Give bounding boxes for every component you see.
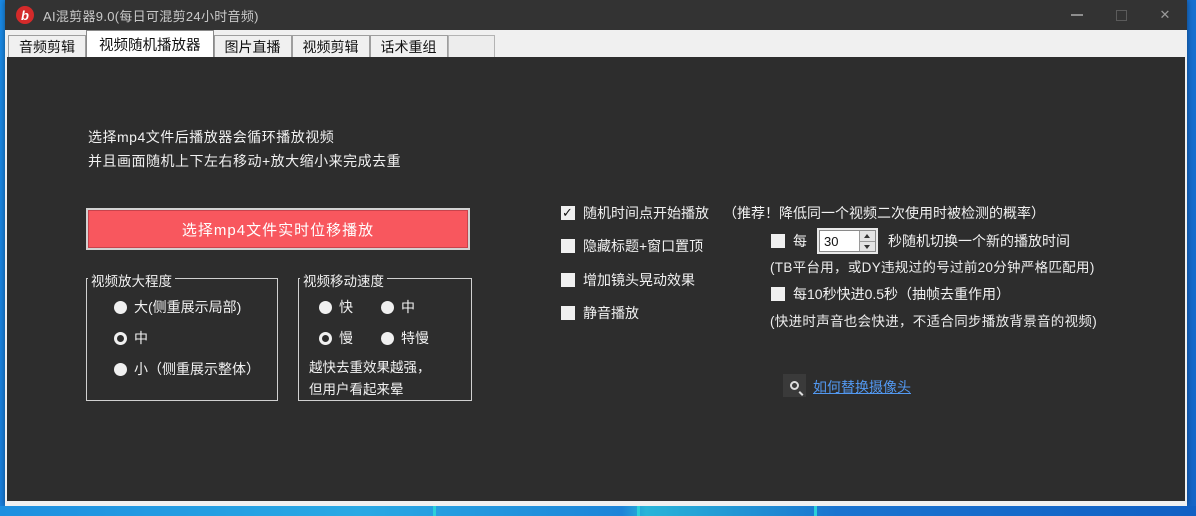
tab-image-live[interactable]: 图片直播 bbox=[214, 35, 292, 57]
radio-label: 特慢 bbox=[401, 328, 429, 348]
tab-page-video-random-player: 选择mp4文件后播放器会循环播放视频 并且画面随机上下左右移动+放大缩小来完成去… bbox=[7, 57, 1185, 501]
tab-bar: 音频剪辑 视频随机播放器 图片直播 视频剪辑 话术重组 bbox=[5, 30, 1187, 57]
video-zoom-group-title: 视频放大程度 bbox=[88, 270, 175, 290]
tab-audio-clip[interactable]: 音频剪辑 bbox=[8, 35, 86, 57]
video-speed-group-title: 视频移动速度 bbox=[300, 270, 387, 290]
checkbox-hide-title[interactable]: 隐藏标题+窗口置顶 bbox=[561, 238, 703, 254]
radio-icon bbox=[381, 301, 394, 314]
minimize-icon bbox=[1071, 14, 1083, 16]
interval-note: (TB平台用，或DY违规过的号过前20分钟严格匹配用) bbox=[770, 256, 1095, 276]
radio-icon bbox=[319, 332, 332, 345]
replace-camera-link[interactable]: 如何替换摄像头 bbox=[813, 377, 911, 397]
window-controls: ✕ bbox=[1055, 0, 1187, 30]
tab-video-random-player[interactable]: 视频随机播放器 bbox=[86, 30, 214, 57]
radio-label: 中 bbox=[401, 297, 415, 317]
tab-video-clip[interactable]: 视频剪辑 bbox=[292, 35, 370, 57]
video-zoom-group: 视频放大程度 大(侧重展示局部) 中 小（侧重展示整体） bbox=[86, 278, 278, 401]
speed-note-line-1: 越快去重效果越强， bbox=[309, 357, 431, 379]
radio-zoom-large[interactable]: 大(侧重展示局部) bbox=[114, 299, 241, 315]
radio-speed-slow[interactable]: 慢 bbox=[319, 330, 353, 346]
radio-speed-medium[interactable]: 中 bbox=[381, 299, 415, 315]
maximize-button[interactable] bbox=[1099, 0, 1143, 30]
close-button[interactable]: ✕ bbox=[1143, 0, 1187, 30]
radio-label: 中 bbox=[134, 328, 148, 348]
radio-icon bbox=[114, 301, 127, 314]
tab-empty bbox=[448, 35, 495, 57]
search-icon bbox=[790, 381, 799, 390]
speed-note-line-2: 但用户看起来晕 bbox=[309, 379, 431, 401]
spinner-up-icon[interactable] bbox=[860, 231, 875, 242]
minimize-button[interactable] bbox=[1055, 0, 1099, 30]
intro-line-1: 选择mp4文件后播放器会循环播放视频 bbox=[88, 125, 401, 149]
radio-icon bbox=[114, 363, 127, 376]
taskbar[interactable] bbox=[0, 506, 1196, 516]
window-title: AI混剪器9.0(每日可混剪24小时音频) bbox=[43, 6, 259, 25]
search-icon-box bbox=[783, 374, 806, 397]
spinner-down-icon[interactable] bbox=[860, 242, 875, 252]
interval-seconds-value[interactable]: 30 bbox=[820, 231, 859, 251]
checkbox-mute[interactable]: 静音播放 bbox=[561, 305, 639, 321]
speed-group-note: 越快去重效果越强， 但用户看起来晕 bbox=[309, 357, 431, 401]
interval-suffix-label: 秒随机切换一个新的播放时间 bbox=[888, 231, 1070, 251]
video-speed-group: 视频移动速度 快 中 慢 特慢 越快去重效果越强， 但用户看起来晕 bbox=[298, 278, 472, 401]
taskbar-separator bbox=[433, 506, 436, 516]
checkbox-interval-switch[interactable]: 每 30 秒随机切换一个新的播放时间 bbox=[771, 230, 1070, 252]
radio-zoom-medium[interactable]: 中 bbox=[114, 330, 148, 346]
checkbox-icon bbox=[561, 239, 575, 253]
checkbox-icon bbox=[771, 287, 785, 301]
radio-icon bbox=[381, 332, 394, 345]
interval-prefix-label: 每 bbox=[793, 231, 807, 251]
radio-label: 慢 bbox=[339, 328, 353, 348]
maximize-icon bbox=[1116, 10, 1127, 21]
checkbox-random-start[interactable]: 随机时间点开始播放 （推荐！降低同一个视频二次使用时被检测的概率） bbox=[561, 205, 1045, 221]
checkbox-label: 隐藏标题+窗口置顶 bbox=[583, 236, 703, 256]
intro-text: 选择mp4文件后播放器会循环播放视频 并且画面随机上下左右移动+放大缩小来完成去… bbox=[88, 125, 401, 173]
close-icon: ✕ bbox=[1160, 7, 1171, 23]
checkbox-label: 随机时间点开始播放 bbox=[583, 203, 709, 223]
checkbox-icon bbox=[561, 306, 575, 320]
intro-line-2: 并且画面随机上下左右移动+放大缩小来完成去重 bbox=[88, 149, 401, 173]
taskbar-separator bbox=[637, 506, 640, 516]
checkbox-hint: （推荐！降低同一个视频二次使用时被检测的概率） bbox=[723, 203, 1045, 223]
radio-icon bbox=[114, 332, 127, 345]
radio-label: 小（侧重展示整体） bbox=[134, 359, 260, 379]
checkbox-icon bbox=[561, 206, 575, 220]
titlebar: b AI混剪器9.0(每日可混剪24小时音频) ✕ bbox=[5, 0, 1187, 30]
radio-label: 大(侧重展示局部) bbox=[134, 297, 241, 317]
radio-speed-very-slow[interactable]: 特慢 bbox=[381, 330, 429, 346]
checkbox-label: 每10秒快进0.5秒（抽帧去重作用） bbox=[793, 284, 1010, 304]
taskbar-separator bbox=[814, 506, 817, 516]
tab-script-remix[interactable]: 话术重组 bbox=[370, 35, 448, 57]
checkbox-label: 增加镜头晃动效果 bbox=[583, 270, 695, 290]
radio-label: 快 bbox=[339, 297, 353, 317]
checkbox-label: 静音播放 bbox=[583, 303, 639, 323]
app-logo-icon: b bbox=[16, 6, 34, 24]
checkbox-icon bbox=[771, 234, 785, 248]
radio-speed-fast[interactable]: 快 bbox=[319, 299, 353, 315]
select-mp4-button[interactable]: 选择mp4文件实时位移播放 bbox=[86, 208, 470, 250]
radio-zoom-small[interactable]: 小（侧重展示整体） bbox=[114, 361, 260, 377]
interval-seconds-spinner[interactable]: 30 bbox=[819, 230, 876, 252]
fast-forward-note: (快进时声音也会快进，不适合同步播放背景音的视频) bbox=[770, 310, 1097, 330]
spinner-buttons bbox=[859, 231, 875, 251]
checkbox-fast-forward[interactable]: 每10秒快进0.5秒（抽帧去重作用） bbox=[771, 286, 1010, 302]
checkbox-icon bbox=[561, 273, 575, 287]
checkbox-camera-shake[interactable]: 增加镜头晃动效果 bbox=[561, 272, 695, 288]
app-window: b AI混剪器9.0(每日可混剪24小时音频) ✕ 音频剪辑 视频随机播放器 图… bbox=[5, 0, 1187, 506]
radio-icon bbox=[319, 301, 332, 314]
